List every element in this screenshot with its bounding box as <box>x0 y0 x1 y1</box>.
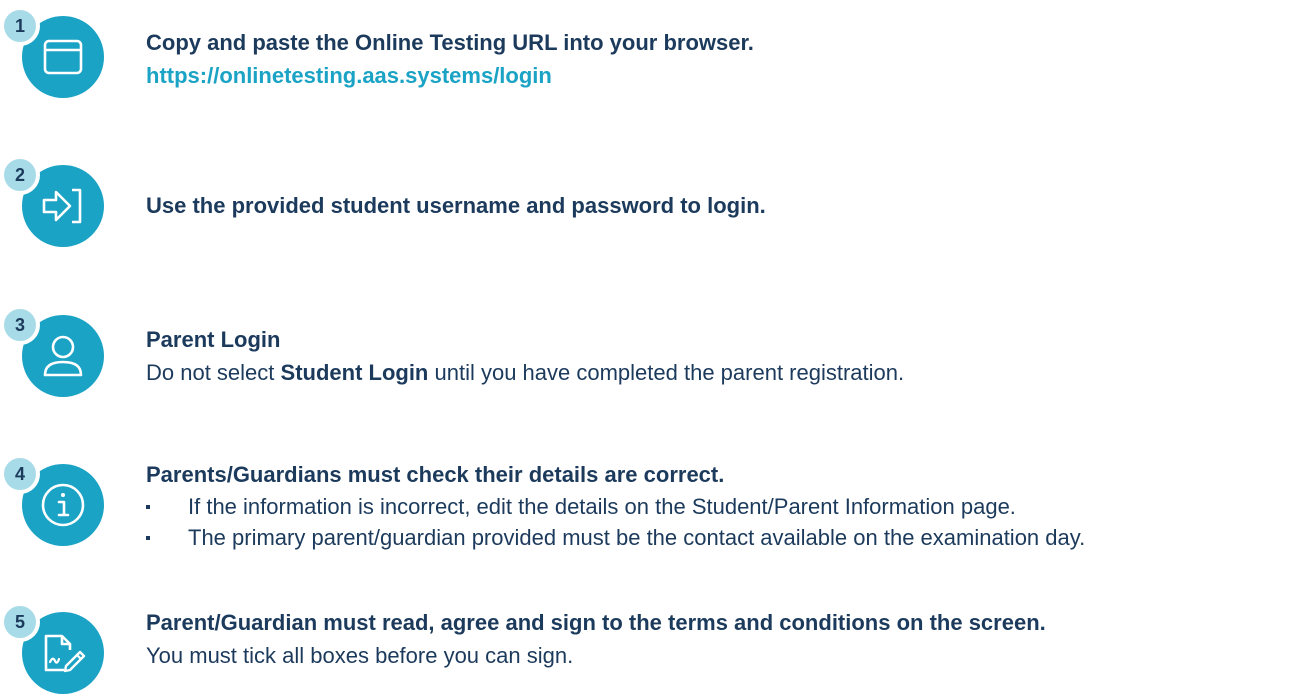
student-login-emphasis: Student Login <box>280 360 429 385</box>
step-3-body-prefix: Do not select <box>146 360 281 385</box>
step-4-bullet-list: If the information is incorrect, edit th… <box>146 491 1294 553</box>
list-item: If the information is incorrect, edit th… <box>146 491 1294 522</box>
step-4-text: Parents/Guardians must check their detai… <box>146 458 1294 553</box>
step-4-title: Parents/Guardians must check their detai… <box>146 462 725 487</box>
browser-window-icon <box>43 39 83 75</box>
sign-document-icon <box>44 634 86 673</box>
user-icon <box>43 335 83 377</box>
step-4-number-badge: 4 <box>0 454 40 494</box>
login-arrow-icon <box>42 188 82 224</box>
step-1-number-badge: 1 <box>0 6 40 46</box>
step-3-text: Parent Login Do not select Student Login… <box>146 323 1294 389</box>
step-5-number-badge: 5 <box>0 602 40 642</box>
step-5-title: Parent/Guardian must read, agree and sig… <box>146 610 1046 635</box>
step-1-title: Copy and paste the Online Testing URL in… <box>146 30 754 55</box>
step-5-text: Parent/Guardian must read, agree and sig… <box>146 606 1294 672</box>
step-3-body-suffix: until you have completed the parent regi… <box>428 360 905 385</box>
list-item: The primary parent/guardian provided mus… <box>146 522 1294 553</box>
step-1-text: Copy and paste the Online Testing URL in… <box>146 26 1294 92</box>
step-5-body: You must tick all boxes before you can s… <box>146 643 574 668</box>
step-2-title: Use the provided student username and pa… <box>146 193 766 218</box>
step-3-title: Parent Login <box>146 327 281 352</box>
step-3-body: Do not select Student Login until you ha… <box>146 356 1294 389</box>
step-3-number-badge: 3 <box>0 305 40 345</box>
step-2-number-badge: 2 <box>0 155 40 195</box>
online-testing-url-link[interactable]: https://onlinetesting.aas.systems/login <box>146 59 1294 92</box>
step-2-text: Use the provided student username and pa… <box>146 189 1294 222</box>
info-icon <box>41 483 85 527</box>
